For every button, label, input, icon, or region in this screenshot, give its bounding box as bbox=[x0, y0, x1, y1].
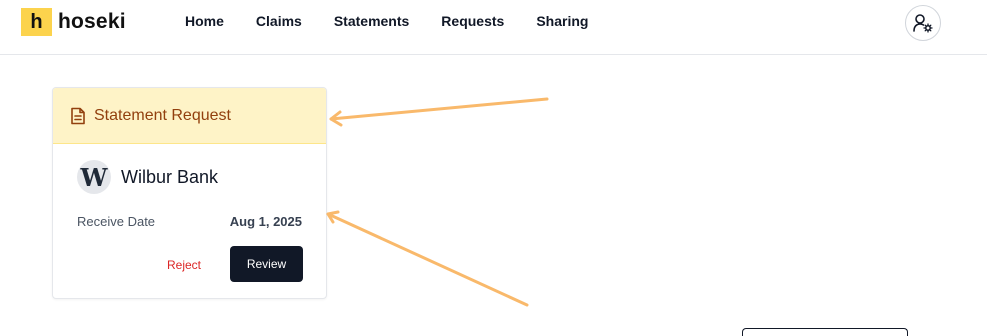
partial-element-bottom bbox=[742, 328, 908, 336]
nav-item-claims[interactable]: Claims bbox=[256, 13, 302, 29]
review-button[interactable]: Review bbox=[230, 246, 303, 282]
receive-date-label: Receive Date bbox=[77, 214, 156, 229]
bank-row: W Wilbur Bank bbox=[77, 160, 218, 194]
logo-mark: h bbox=[21, 8, 52, 36]
nav-item-home[interactable]: Home bbox=[185, 13, 224, 29]
card-header: Statement Request bbox=[53, 88, 326, 144]
document-icon bbox=[71, 107, 85, 124]
bank-name: Wilbur Bank bbox=[121, 166, 219, 187]
statement-request-card: Statement Request W Wilbur Bank Receive … bbox=[52, 87, 327, 299]
nav-item-sharing[interactable]: Sharing bbox=[536, 13, 588, 29]
user-menu-button[interactable] bbox=[905, 5, 941, 41]
nav-item-requests[interactable]: Requests bbox=[441, 13, 504, 29]
annotation-arrow-header bbox=[329, 97, 549, 127]
reject-button[interactable]: Reject bbox=[159, 248, 209, 282]
logo-text: hoseki bbox=[58, 10, 126, 33]
hoseki-logo[interactable]: h hoseki bbox=[21, 8, 126, 36]
receive-date-value: Aug 1, 2025 bbox=[229, 214, 302, 229]
nav-item-statements[interactable]: Statements bbox=[334, 13, 409, 29]
top-navigation-bar: h hoseki Home Claims Statements Requests… bbox=[0, 0, 987, 55]
bank-logo: W bbox=[77, 160, 111, 194]
card-title: Statement Request bbox=[94, 106, 231, 124]
user-settings-icon bbox=[913, 14, 933, 33]
annotation-arrow-date bbox=[326, 210, 529, 307]
main-nav: Home Claims Statements Requests Sharing bbox=[185, 13, 620, 29]
